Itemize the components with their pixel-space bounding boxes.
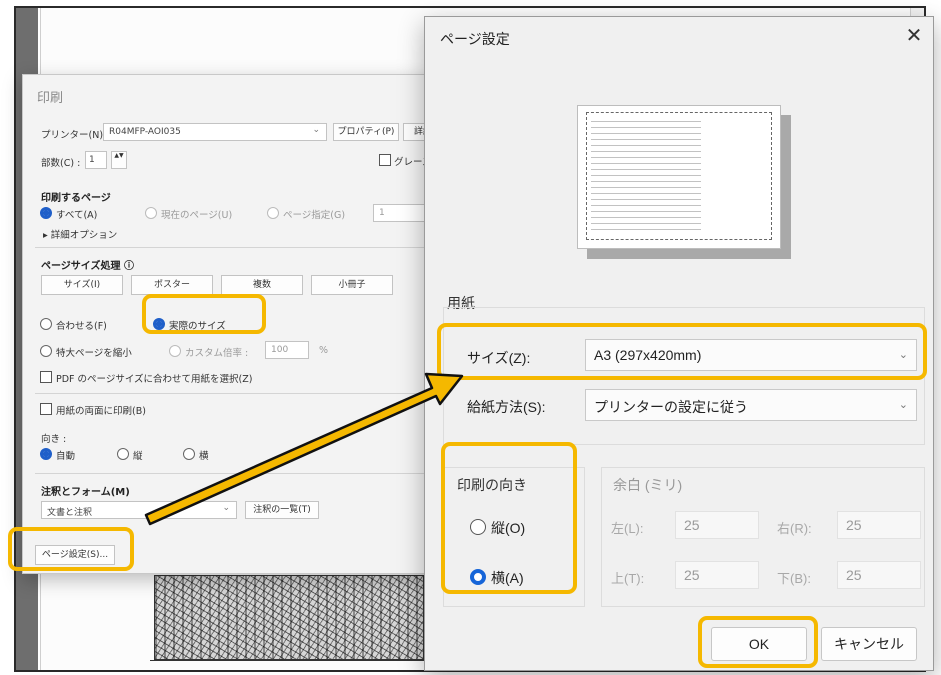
shrink-label: 特大ページを縮小 bbox=[56, 348, 132, 359]
comments-heading: 注釈とフォーム(M) bbox=[41, 487, 130, 498]
right-margin-label: 右(R): bbox=[777, 521, 812, 536]
copies-label: 部数(C) : bbox=[41, 158, 81, 169]
page-setup-title: ページ設定 bbox=[440, 31, 510, 47]
highlight-actual-size bbox=[142, 294, 266, 334]
fit-radio[interactable] bbox=[40, 318, 52, 330]
fit-label: 合わせる(F) bbox=[56, 321, 107, 332]
comments-summary-button[interactable]: 注釈の一覧(T) bbox=[245, 501, 319, 519]
print-dialog-title: 印刷 bbox=[37, 91, 64, 106]
printer-select-value: R04MFP-AOI035 bbox=[109, 127, 181, 137]
bottom-margin-label: 下(B): bbox=[777, 571, 811, 586]
orientation-portrait-label: 縦 bbox=[133, 451, 143, 462]
shrink-radio[interactable] bbox=[40, 345, 52, 357]
right-margin-input[interactable]: 25 bbox=[837, 511, 921, 539]
comments-select[interactable]: 文書と注釈 ⌄ bbox=[41, 501, 237, 519]
pages-range-radio[interactable] bbox=[267, 207, 279, 219]
grayscale-checkbox[interactable] bbox=[379, 154, 391, 166]
properties-button[interactable]: プロパティ(P) bbox=[333, 123, 399, 141]
left-margin-label: 左(L): bbox=[611, 521, 644, 536]
pages-all-radio[interactable] bbox=[40, 207, 52, 219]
cancel-button[interactable]: キャンセル bbox=[821, 627, 917, 661]
booklet-button[interactable]: 小冊子 bbox=[311, 275, 393, 295]
pages-current-radio[interactable] bbox=[145, 207, 157, 219]
close-icon[interactable]: ✕ bbox=[901, 25, 927, 49]
highlight-ok-button bbox=[698, 616, 818, 668]
chevron-down-icon: ⌄ bbox=[222, 503, 230, 513]
source-label: 給紙方法(S): bbox=[467, 399, 546, 415]
orientation-portrait-radio[interactable] bbox=[117, 448, 129, 460]
pages-current-label: 現在のページ(U) bbox=[161, 210, 233, 221]
printer-select[interactable]: R04MFP-AOI035 ⌄ bbox=[103, 123, 327, 141]
sizing-heading: ページサイズ処理 ⓘ bbox=[41, 261, 134, 272]
duplex-checkbox[interactable] bbox=[40, 403, 52, 415]
printer-label: プリンター(N) : bbox=[41, 130, 110, 141]
pdf-paper-checkbox[interactable] bbox=[40, 371, 52, 383]
chevron-down-icon: ⌄ bbox=[312, 125, 320, 135]
custom-scale-input[interactable]: 100 bbox=[265, 341, 309, 359]
background-map-frame-line bbox=[150, 660, 430, 661]
copies-input[interactable]: 1 bbox=[85, 151, 107, 169]
highlight-page-setup-button bbox=[8, 527, 134, 571]
highlight-orientation bbox=[441, 442, 577, 594]
pages-all-label: すべて(A) bbox=[56, 210, 98, 221]
custom-scale-label: カスタム倍率 : bbox=[185, 348, 249, 359]
more-options-link[interactable]: ▸ 詳細オプション bbox=[43, 227, 117, 241]
orientation-auto-radio[interactable] bbox=[40, 448, 52, 460]
orientation-auto-label: 自動 bbox=[56, 451, 76, 462]
multiple-button[interactable]: 複数 bbox=[221, 275, 303, 295]
copies-spinner-icon[interactable]: ▲▼ bbox=[111, 151, 127, 169]
orientation-landscape-label: 横 bbox=[199, 451, 209, 462]
preview-text-lines bbox=[591, 119, 701, 233]
highlight-paper-size bbox=[437, 323, 927, 380]
top-margin-label: 上(T): bbox=[611, 571, 645, 586]
bottom-margin-input[interactable]: 25 bbox=[837, 561, 921, 589]
duplex-label: 用紙の両面に印刷(B) bbox=[56, 406, 146, 417]
paper-source-select[interactable]: プリンターの設定に従う ⌄ bbox=[585, 389, 917, 421]
pages-range-label: ページ指定(G) bbox=[283, 210, 346, 221]
left-margin-input[interactable]: 25 bbox=[675, 511, 759, 539]
top-margin-input[interactable]: 25 bbox=[675, 561, 759, 589]
percent-label: % bbox=[319, 345, 329, 356]
comments-select-value: 文書と注釈 bbox=[47, 508, 93, 518]
orientation-landscape-radio[interactable] bbox=[183, 448, 195, 460]
pdf-paper-label: PDF のページサイズに合わせて用紙を選択(Z) bbox=[56, 374, 253, 385]
custom-scale-radio[interactable] bbox=[169, 345, 181, 357]
pages-heading: 印刷するページ bbox=[41, 193, 111, 204]
divider bbox=[35, 247, 443, 248]
poster-button[interactable]: ポスター bbox=[131, 275, 213, 295]
divider bbox=[35, 393, 443, 394]
paper-source-value: プリンターの設定に従う bbox=[594, 399, 748, 415]
size-button[interactable]: サイズ(I) bbox=[41, 275, 123, 295]
chevron-down-icon: ⌄ bbox=[898, 399, 908, 411]
divider bbox=[35, 473, 443, 474]
orientation-label: 向き : bbox=[41, 434, 67, 445]
margins-group-label: 余白 (ミリ) bbox=[613, 477, 683, 493]
background-map-image bbox=[154, 575, 424, 660]
preview-margin-frame bbox=[586, 112, 772, 240]
page-preview bbox=[577, 105, 781, 249]
